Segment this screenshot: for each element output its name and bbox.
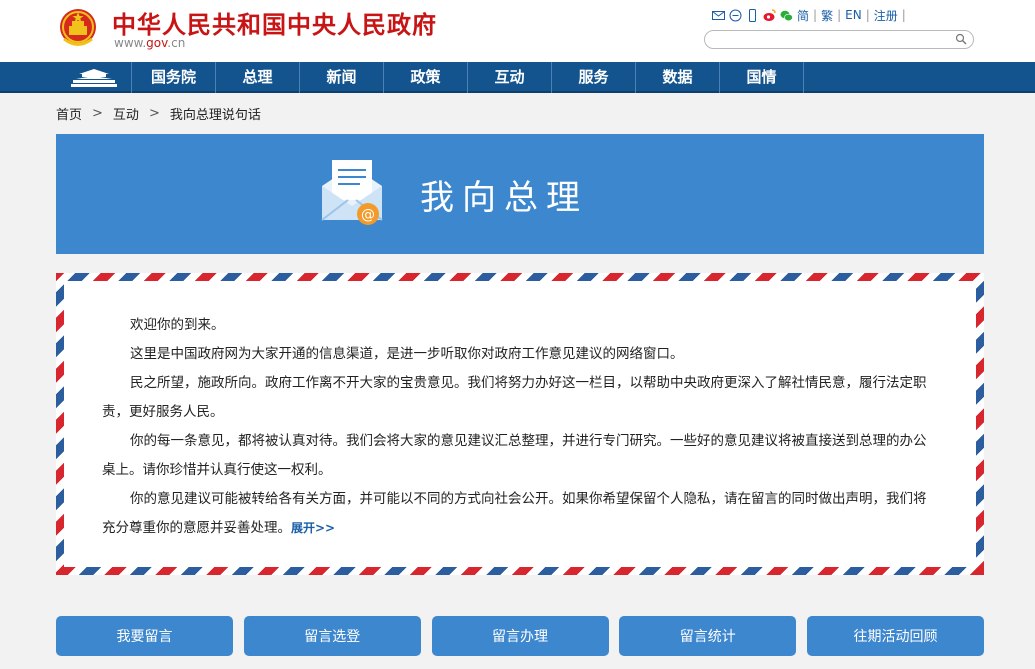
past-activities-button[interactable]: 往期活动回顾 xyxy=(807,616,984,656)
letter-paragraph: 欢迎你的到来。 xyxy=(130,317,225,333)
site-header: 中华人民共和国中央人民政府 www.gov.cn 简 | 繁 | EN | 注册… xyxy=(0,0,1035,62)
letter-paragraph: 你的每一条意见，都将被认真对待。我们会将大家的意见建议汇总整理，并进行专门研究。… xyxy=(102,433,927,478)
tools-separator: | xyxy=(813,8,818,22)
message-stats-button[interactable]: 留言统计 xyxy=(619,616,797,656)
main-nav: 国务院 总理 新闻 政策 互动 服务 数据 国情 xyxy=(0,62,1035,93)
breadcrumb-separator: > xyxy=(92,106,103,121)
english-link[interactable]: EN xyxy=(845,8,862,22)
breadcrumb-section[interactable]: 互动 xyxy=(113,104,139,123)
domain-prefix: www. xyxy=(114,36,147,50)
nav-item-services[interactable]: 服务 xyxy=(552,62,636,93)
mobile-icon[interactable] xyxy=(746,8,759,22)
nav-item-state-council[interactable]: 国务院 xyxy=(132,62,216,93)
nav-items: 国务院 总理 新闻 政策 互动 服务 数据 国情 xyxy=(132,62,804,93)
search-box xyxy=(704,30,974,51)
email-icon[interactable] xyxy=(712,9,725,22)
breadcrumb: 首页 > 互动 > 我向总理说句话 xyxy=(56,104,261,123)
nav-home[interactable] xyxy=(56,62,132,93)
expand-link[interactable]: 展开>> xyxy=(291,521,335,535)
action-bar: 我要留言 留言选登 留言办理 留言统计 往期活动回顾 xyxy=(56,616,984,656)
search-input[interactable] xyxy=(715,34,955,51)
selected-messages-button[interactable]: 留言选登 xyxy=(243,616,421,656)
breadcrumb-separator: > xyxy=(148,106,160,121)
search-icon[interactable] xyxy=(955,33,967,45)
nav-item-premier[interactable]: 总理 xyxy=(216,62,300,93)
tools-separator: | xyxy=(837,8,842,22)
letter-paragraph-last: 你的意见建议可能被转给各有关方面，并可能以不同的方式向社会公开。如果你希望保留个… xyxy=(102,485,932,543)
page-banner: @ 我向总理 xyxy=(56,134,984,254)
letter-paragraph-text: 你的意见建议可能被转给各有关方面，并可能以不同的方式向社会公开。如果你希望保留个… xyxy=(102,491,927,536)
letter-paragraph: 这里是中国政府网为大家开通的信息渠道，是进一步听取你对政府工作意见建议的网络窗口… xyxy=(130,346,684,362)
domain-mid: gov xyxy=(146,36,168,50)
minus-circle-icon[interactable] xyxy=(729,9,742,22)
national-emblem-logo[interactable] xyxy=(58,6,98,50)
nav-item-news[interactable]: 新闻 xyxy=(300,62,384,93)
domain-suffix: .cn xyxy=(167,36,186,50)
svg-text:@: @ xyxy=(361,207,375,223)
simplified-link[interactable]: 简 xyxy=(797,7,809,24)
letter-body: 欢迎你的到来。 这里是中国政府网为大家开通的信息渠道，是进一步听取你对政府工作意… xyxy=(64,281,976,567)
letter-paragraph: 民之所望，施政所向。政府工作离不开大家的宝贵意见。我们将努力办好这一栏目，以帮助… xyxy=(102,375,927,420)
register-link[interactable]: 注册 xyxy=(874,7,898,24)
traditional-link[interactable]: 繁 xyxy=(821,7,833,24)
breadcrumb-home[interactable]: 首页 xyxy=(56,104,82,123)
nav-item-data[interactable]: 数据 xyxy=(636,62,720,93)
leave-message-button[interactable]: 我要留言 xyxy=(56,616,233,656)
tools-separator: | xyxy=(901,8,906,22)
envelope-email-icon: @ xyxy=(321,160,383,225)
tools-separator: | xyxy=(865,8,870,22)
header-tools: 简 | 繁 | EN | 注册 | xyxy=(712,7,910,23)
site-domain: www.gov.cn xyxy=(114,36,185,50)
weibo-icon[interactable] xyxy=(763,8,776,22)
letter-text: 欢迎你的到来。 这里是中国政府网为大家开通的信息渠道，是进一步听取你对政府工作意… xyxy=(102,311,932,543)
nav-item-policy[interactable]: 政策 xyxy=(384,62,468,93)
site-title[interactable]: 中华人民共和国中央人民政府 xyxy=(112,5,437,40)
breadcrumb-current: 我向总理说句话 xyxy=(169,108,261,123)
page-title: 我向总理 xyxy=(420,178,588,218)
wechat-icon[interactable] xyxy=(780,9,793,22)
message-handling-button[interactable]: 留言办理 xyxy=(431,616,609,656)
airmail-letter-frame: 欢迎你的到来。 这里是中国政府网为大家开通的信息渠道，是进一步听取你对政府工作意… xyxy=(56,273,984,575)
tiananmen-icon xyxy=(70,68,117,87)
nav-item-interaction[interactable]: 互动 xyxy=(468,62,552,93)
nav-item-national-info[interactable]: 国情 xyxy=(720,62,804,93)
